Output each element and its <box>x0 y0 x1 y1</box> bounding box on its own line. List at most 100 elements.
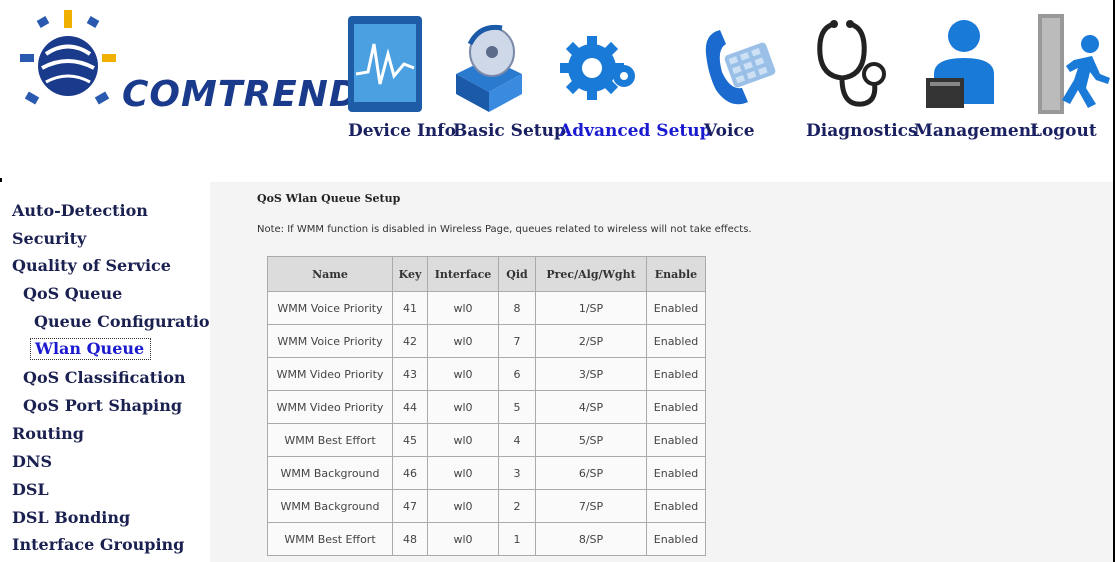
cell-enable: Enabled <box>646 357 706 391</box>
table-row: WMM Best Effort 48 wl0 1 8/SP Enabled <box>267 522 706 556</box>
management-icon[interactable] <box>920 14 998 114</box>
cell-qid: 5 <box>498 390 536 424</box>
cell-interface: wl0 <box>427 456 499 490</box>
page-title: QoS Wlan Queue Setup <box>257 192 401 205</box>
sidebar-item-queue-configuration[interactable]: Queue Configuration <box>34 312 221 331</box>
cell-prec-alg-wght: 6/SP <box>535 456 647 490</box>
cell-prec-alg-wght: 2/SP <box>535 324 647 358</box>
sidebar-item-qos-port-shaping[interactable]: QoS Port Shaping <box>23 396 182 415</box>
cell-enable: Enabled <box>646 456 706 490</box>
nav-advanced-setup[interactable]: Advanced Setup <box>559 121 712 141</box>
cell-qid: 2 <box>498 489 536 523</box>
cell-qid: 3 <box>498 456 536 490</box>
cell-qid: 8 <box>498 291 536 325</box>
cell-enable: Enabled <box>646 291 706 325</box>
col-qid-header: Qid <box>498 256 536 292</box>
cell-interface: wl0 <box>427 390 499 424</box>
cell-interface: wl0 <box>427 291 499 325</box>
col-key-header: Key <box>392 256 428 292</box>
cell-prec-alg-wght: 7/SP <box>535 489 647 523</box>
cell-name: WMM Video Priority <box>267 357 393 391</box>
main-content: QoS Wlan Queue Setup Note: If WMM functi… <box>210 182 1113 562</box>
sidebar-item-qos-queue[interactable]: QoS Queue <box>23 284 122 303</box>
nav-logout[interactable]: Logout <box>1030 121 1097 141</box>
cell-interface: wl0 <box>427 489 499 523</box>
header: COMTREND Device Info Basic Setup Advance… <box>0 0 1113 178</box>
table-row: WMM Background 46 wl0 3 6/SP Enabled <box>267 456 706 490</box>
nav-voice[interactable]: Voice <box>704 121 755 141</box>
col-prec-alg-wght-header: Prec/Alg/Wght <box>535 256 647 292</box>
cell-qid: 1 <box>498 522 536 556</box>
cell-key: 44 <box>392 390 428 424</box>
sidebar-item-routing[interactable]: Routing <box>12 424 84 443</box>
cell-enable: Enabled <box>646 324 706 358</box>
table-row: WMM Video Priority 43 wl0 6 3/SP Enabled <box>267 357 706 391</box>
device-info-icon[interactable] <box>346 14 424 114</box>
table-row: WMM Voice Priority 41 wl0 8 1/SP Enabled <box>267 291 706 325</box>
logout-icon[interactable] <box>1034 14 1112 114</box>
cell-name: WMM Background <box>267 489 393 523</box>
col-interface-header: Interface <box>427 256 499 292</box>
sidebar-item-qos-classification[interactable]: QoS Classification <box>23 368 186 387</box>
basic-setup-icon[interactable] <box>450 14 528 114</box>
cell-qid: 4 <box>498 423 536 457</box>
table-header-row: Name Key Interface Qid Prec/Alg/Wght Ena… <box>267 256 706 292</box>
wlan-queue-table: Name Key Interface Qid Prec/Alg/Wght Ena… <box>267 256 706 556</box>
sidebar-item-wlan-queue[interactable]: Wlan Queue <box>30 338 152 360</box>
nav-basic-setup[interactable]: Basic Setup <box>453 121 566 141</box>
cell-qid: 7 <box>498 324 536 358</box>
sidebar-item-interface-grouping[interactable]: Interface Grouping <box>12 535 184 554</box>
cell-key: 48 <box>392 522 428 556</box>
cell-enable: Enabled <box>646 522 706 556</box>
diagnostics-icon[interactable] <box>812 14 890 114</box>
table-row: WMM Background 47 wl0 2 7/SP Enabled <box>267 489 706 523</box>
nav-diagnostics[interactable]: Diagnostics <box>806 121 918 141</box>
cell-key: 45 <box>392 423 428 457</box>
cell-key: 43 <box>392 357 428 391</box>
nav-device-info[interactable]: Device Info <box>348 121 456 141</box>
comtrend-logo: COMTREND <box>18 4 359 124</box>
sidebar-item-dsl-bonding[interactable]: DSL Bonding <box>12 508 130 527</box>
cell-name: WMM Best Effort <box>267 423 393 457</box>
sidebar: Auto-Detection Security Quality of Servi… <box>0 182 221 562</box>
table-row: WMM Video Priority 44 wl0 5 4/SP Enabled <box>267 390 706 424</box>
cell-key: 41 <box>392 291 428 325</box>
voice-icon[interactable] <box>700 14 778 114</box>
cell-interface: wl0 <box>427 324 499 358</box>
brand-name: COMTREND <box>122 74 360 115</box>
cell-interface: wl0 <box>427 357 499 391</box>
cell-prec-alg-wght: 8/SP <box>535 522 647 556</box>
cell-key: 42 <box>392 324 428 358</box>
cell-name: WMM Video Priority <box>267 390 393 424</box>
cell-interface: wl0 <box>427 423 499 457</box>
col-enable-header: Enable <box>646 256 706 292</box>
table-row: WMM Best Effort 45 wl0 4 5/SP Enabled <box>267 423 706 457</box>
sidebar-item-quality-of-service[interactable]: Quality of Service <box>12 256 171 275</box>
cell-prec-alg-wght: 4/SP <box>535 390 647 424</box>
sidebar-item-dns[interactable]: DNS <box>12 452 52 471</box>
sidebar-item-dsl[interactable]: DSL <box>12 480 49 499</box>
table-row: WMM Voice Priority 42 wl0 7 2/SP Enabled <box>267 324 706 358</box>
wmm-note: Note: If WMM function is disabled in Wir… <box>257 224 752 235</box>
cell-interface: wl0 <box>427 522 499 556</box>
sidebar-item-security[interactable]: Security <box>12 229 86 248</box>
cell-name: WMM Voice Priority <box>267 324 393 358</box>
col-name-header: Name <box>267 256 393 292</box>
cell-key: 46 <box>392 456 428 490</box>
cell-prec-alg-wght: 5/SP <box>535 423 647 457</box>
cell-key: 47 <box>392 489 428 523</box>
nav-management[interactable]: Management <box>914 121 1039 141</box>
sidebar-item-auto-detection[interactable]: Auto-Detection <box>12 201 148 220</box>
cell-enable: Enabled <box>646 390 706 424</box>
cell-name: WMM Voice Priority <box>267 291 393 325</box>
cell-enable: Enabled <box>646 489 706 523</box>
table-body: WMM Voice Priority 41 wl0 8 1/SP Enabled WMM V… <box>267 291 706 556</box>
cell-name: WMM Background <box>267 456 393 490</box>
globe-logo-icon <box>20 10 116 105</box>
advanced-setup-icon[interactable] <box>560 14 638 114</box>
cell-prec-alg-wght: 3/SP <box>535 357 647 391</box>
cell-name: WMM Best Effort <box>267 522 393 556</box>
cell-prec-alg-wght: 1/SP <box>535 291 647 325</box>
cell-qid: 6 <box>498 357 536 391</box>
cell-enable: Enabled <box>646 423 706 457</box>
